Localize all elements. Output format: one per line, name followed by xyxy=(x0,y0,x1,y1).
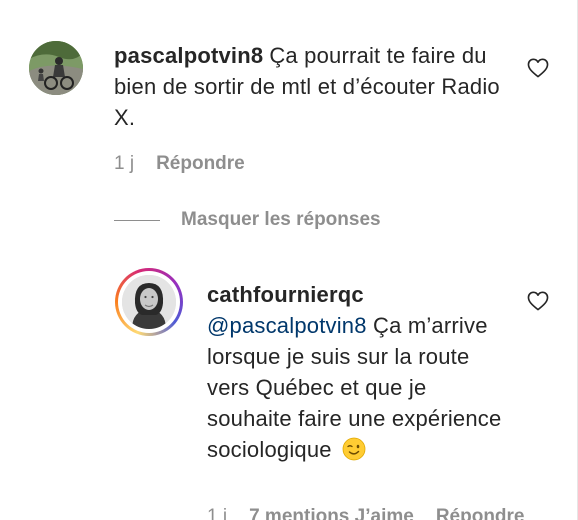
comment-username[interactable]: pascalpotvin8 xyxy=(114,43,263,68)
heart-outline-icon[interactable] xyxy=(527,291,549,311)
profile-photo xyxy=(122,275,176,329)
cyclist-photo xyxy=(29,41,83,95)
reply-meta: 1 j 7 mentions J’aime Répondre xyxy=(207,506,525,520)
comment-body: pascalpotvin8 Ça pourrait te faire du bie… xyxy=(114,40,504,133)
comments-thread: pascalpotvin8 Ça pourrait te faire du bie… xyxy=(0,0,578,520)
avatar xyxy=(122,275,176,329)
story-ring-avatar[interactable] xyxy=(115,268,183,336)
reply-button[interactable]: Répondre xyxy=(436,506,525,520)
reply-username[interactable]: cathfournierqc xyxy=(207,282,364,307)
reply-body: cathfournierqc @pascalpotvin8 Ça m’arriv… xyxy=(207,279,507,465)
heart-outline-icon[interactable] xyxy=(527,58,549,78)
reply-button[interactable]: Répondre xyxy=(156,153,245,175)
comment-meta: 1 j Répondre xyxy=(114,153,245,175)
hide-replies-button[interactable]: Masquer les réponses xyxy=(114,209,381,231)
reply-mention-link[interactable]: @pascalpotvin8 xyxy=(207,313,367,338)
hide-replies-label: Masquer les réponses xyxy=(181,209,381,230)
avatar[interactable] xyxy=(29,41,83,95)
likes-count[interactable]: 7 mentions J’aime xyxy=(249,506,414,520)
divider-line xyxy=(114,219,160,221)
winking-face-emoji xyxy=(342,437,366,461)
comment-timestamp[interactable]: 1 j xyxy=(114,153,134,175)
reply-timestamp[interactable]: 1 j xyxy=(207,506,227,520)
